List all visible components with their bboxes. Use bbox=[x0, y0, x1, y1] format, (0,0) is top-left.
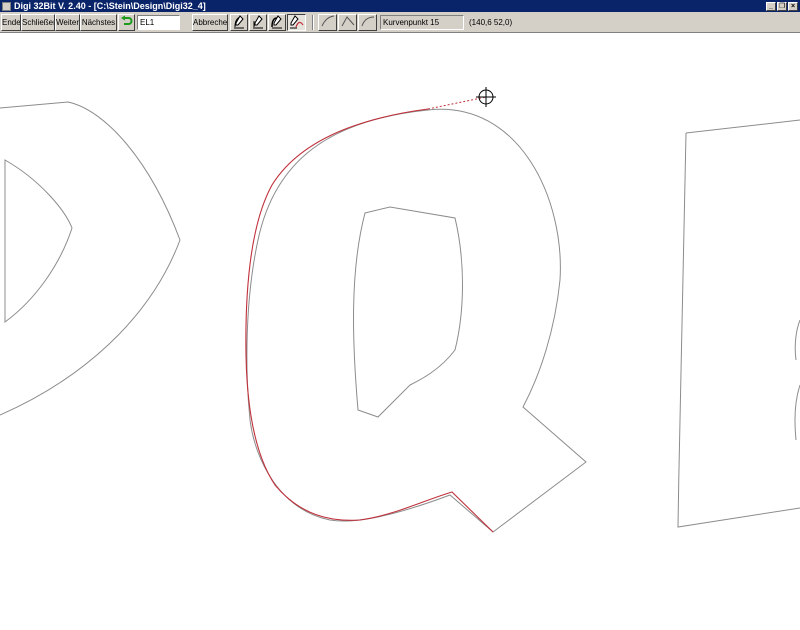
pen-active-icon bbox=[290, 15, 304, 29]
ende-button[interactable]: Ende bbox=[1, 14, 21, 31]
naechstes-button[interactable]: Nächstes bbox=[80, 14, 117, 31]
abbrechen-button[interactable]: Abbrechen bbox=[192, 14, 228, 31]
toolbar-separator bbox=[312, 15, 314, 30]
curve-peak-icon bbox=[341, 16, 354, 27]
letter-q-outline bbox=[246, 108, 587, 533]
schliessen-button[interactable]: Schließen bbox=[21, 14, 55, 31]
window-title: Digi 32Bit V. 2.40 - [C:\Stein\Design\Di… bbox=[14, 1, 206, 11]
weiter-button[interactable]: Weiter bbox=[55, 14, 80, 31]
coordinate-readout: (140,6 52,0) bbox=[469, 18, 513, 27]
curve-rise-icon bbox=[321, 15, 334, 27]
minimize-button[interactable]: _ bbox=[766, 1, 776, 11]
undo-button[interactable] bbox=[118, 14, 135, 31]
title-bar: Digi 32Bit V. 2.40 - [C:\Stein\Design\Di… bbox=[0, 0, 800, 12]
pen-line-icon bbox=[253, 15, 263, 29]
pen-arc-icon bbox=[271, 15, 282, 29]
digitize-arc-button[interactable] bbox=[268, 14, 286, 31]
traced-curve bbox=[245, 108, 494, 533]
curve-concave-button[interactable] bbox=[358, 14, 377, 31]
letter-r-outline bbox=[677, 119, 800, 528]
status-field: Kurvenpunkt 15 bbox=[380, 15, 464, 30]
digitize-active-button[interactable] bbox=[287, 14, 306, 31]
crosshair-icon bbox=[476, 87, 496, 107]
layer-input[interactable]: EL1 bbox=[137, 15, 180, 30]
restore-button[interactable]: ❐ bbox=[777, 1, 787, 11]
letter-p-outline bbox=[0, 101, 181, 416]
rubber-band-line bbox=[427, 96, 487, 110]
curve-peak-button[interactable] bbox=[338, 14, 357, 31]
pen-curve-icon bbox=[234, 15, 244, 29]
app-icon bbox=[2, 1, 11, 11]
digitize-curve-button[interactable] bbox=[230, 14, 248, 31]
close-button[interactable]: × bbox=[788, 1, 798, 11]
drawing-canvas[interactable] bbox=[0, 33, 800, 625]
curve-concave-icon bbox=[361, 16, 374, 27]
toolbar: Ende Schließen Weiter Nächstes EL1 Abbre… bbox=[0, 12, 800, 33]
curve-rise-button[interactable] bbox=[318, 14, 337, 31]
digitize-line-button[interactable] bbox=[249, 14, 267, 31]
green-undo-arrow-icon bbox=[121, 15, 133, 25]
